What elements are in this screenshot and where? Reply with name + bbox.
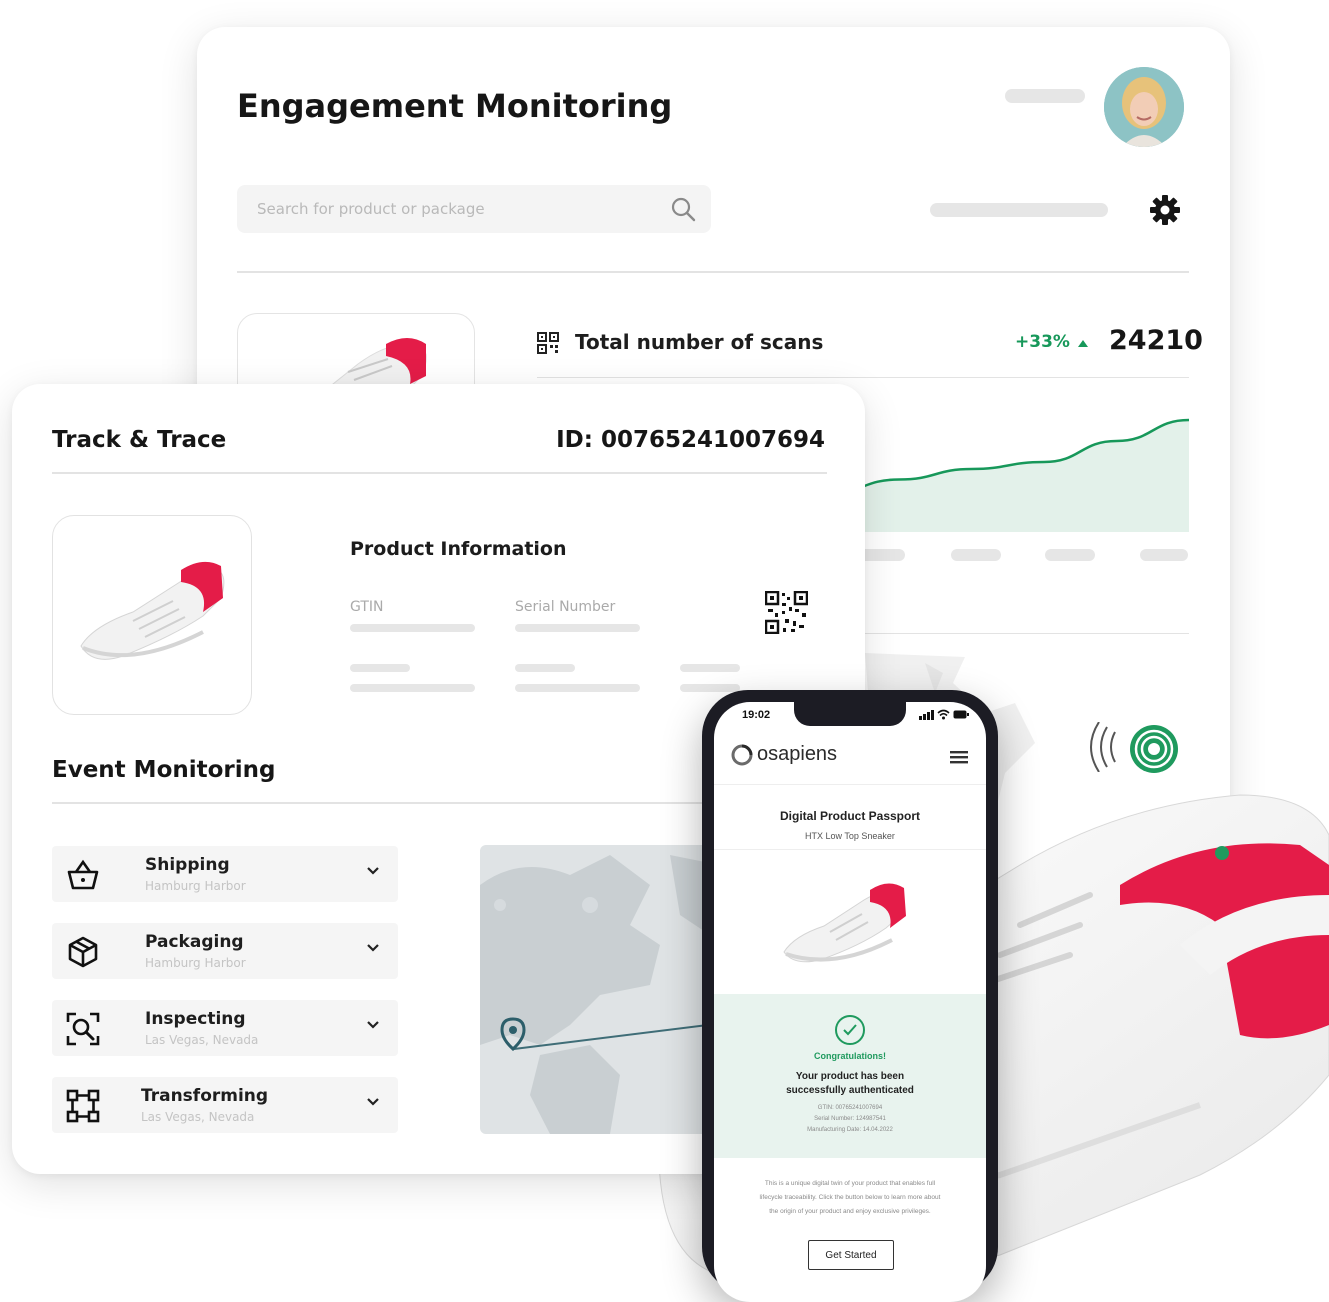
brand-name: osapiens	[757, 743, 838, 765]
nfc-signal-icon	[1090, 722, 1116, 772]
phone-notch	[794, 702, 906, 726]
signal-icon	[919, 710, 934, 720]
passport-title: Digital Product Passport	[779, 809, 921, 823]
transform-icon	[66, 1089, 100, 1123]
info-label-placeholder	[350, 664, 410, 672]
event-location: Hamburg Harbor	[145, 956, 246, 970]
event-row-transforming[interactable]: Transforming Las Vegas, Nevada	[52, 1077, 398, 1133]
chart-divider	[537, 377, 1189, 378]
phone-frame: 19:02 osapiens Digital Product Passport …	[702, 690, 998, 1302]
trend-up-icon	[1078, 340, 1088, 347]
chart-bottom-divider	[865, 633, 1189, 634]
chevron-down-icon[interactable]	[366, 864, 380, 878]
product-image	[783, 883, 906, 963]
product-info-title: Product Information	[350, 538, 567, 560]
description-line: the origin of your product and enjoy exc…	[769, 1208, 931, 1215]
qr-code	[765, 591, 808, 634]
authentication-panel: Congratulations! Your product has been s…	[714, 994, 986, 1158]
product-id: ID: 00765241007694	[556, 427, 825, 453]
scans-total: 24210	[1109, 325, 1203, 356]
basket-icon	[67, 859, 99, 890]
event-title: Packaging	[145, 932, 244, 952]
event-title: Inspecting	[145, 1009, 246, 1029]
info-value-placeholder	[515, 684, 640, 692]
event-row-inspecting[interactable]: Inspecting Las Vegas, Nevada	[52, 1000, 398, 1056]
event-location: Hamburg Harbor	[145, 879, 246, 893]
battery-icon	[953, 710, 969, 719]
route-map[interactable]	[480, 845, 740, 1134]
gtin-label: GTIN	[350, 599, 384, 615]
divider	[52, 472, 827, 474]
search-placeholder: Search for product or package	[257, 200, 485, 218]
info-label-placeholder	[515, 664, 575, 672]
description-line: This is a unique digital twin of your pr…	[764, 1180, 936, 1187]
qr-code-icon	[537, 332, 559, 354]
detail-line: Serial Number: 124987541	[814, 1116, 886, 1122]
track-trace-title: Track & Trace	[52, 427, 227, 453]
gtin-value-placeholder	[350, 624, 475, 632]
scans-change: +33%	[1015, 332, 1070, 352]
x-tick-label	[951, 549, 1001, 561]
info-label-placeholder	[680, 664, 740, 672]
check-circle-icon	[835, 1015, 865, 1045]
x-tick-label	[859, 549, 905, 561]
location-pin-icon[interactable]	[500, 1017, 526, 1051]
menu-icon[interactable]	[950, 750, 968, 764]
event-monitoring-title: Event Monitoring	[52, 757, 276, 783]
event-location: Las Vegas, Nevada	[145, 1033, 259, 1047]
avatar[interactable]	[1104, 67, 1184, 147]
scans-label: Total number of scans	[575, 330, 824, 354]
event-title: Shipping	[145, 855, 230, 875]
package-icon	[68, 936, 98, 968]
divider	[237, 271, 1189, 273]
status-time: 19:02	[742, 709, 771, 721]
get-started-label: Get Started	[825, 1249, 877, 1261]
detail-line: GTIN: 00765241007694	[817, 1105, 883, 1111]
event-location: Las Vegas, Nevada	[141, 1110, 255, 1124]
search-icon[interactable]	[669, 195, 697, 223]
serial-value-placeholder	[515, 624, 640, 632]
user-name-placeholder	[1005, 89, 1085, 103]
phone-screen: 19:02 osapiens Digital Product Passport …	[714, 702, 986, 1302]
info-value-placeholder	[350, 684, 475, 692]
event-row-packaging[interactable]: Packaging Hamburg Harbor	[52, 923, 398, 979]
chevron-down-icon[interactable]	[366, 941, 380, 955]
info-value-placeholder	[680, 684, 740, 692]
event-title: Transforming	[141, 1086, 269, 1106]
auth-line-2: successfully authenticated	[786, 1085, 914, 1096]
page-title: Engagement Monitoring	[237, 87, 673, 125]
product-name: HTX Low Top Sneaker	[805, 831, 895, 841]
search-input[interactable]: Search for product or package	[237, 185, 711, 233]
gear-icon[interactable]	[1147, 192, 1183, 228]
x-tick-label	[1140, 549, 1188, 561]
filter-placeholder[interactable]	[930, 203, 1108, 217]
x-tick-label	[1045, 549, 1095, 561]
description-line: lifecycle traceability. Click the button…	[759, 1194, 941, 1201]
get-started-button[interactable]: Get Started	[808, 1240, 894, 1270]
osapiens-logo-icon	[731, 744, 753, 766]
congrats-text: Congratulations!	[814, 1051, 886, 1061]
detail-line: Manufacturing Date: 14.04.2022	[807, 1127, 893, 1133]
chevron-down-icon[interactable]	[366, 1018, 380, 1032]
event-row-shipping[interactable]: Shipping Hamburg Harbor	[52, 846, 398, 902]
nfc-tag-icon	[1130, 725, 1178, 773]
product-image	[52, 515, 252, 715]
auth-line-1: Your product has been	[795, 1071, 905, 1082]
scan-search-icon	[66, 1012, 100, 1046]
divider	[714, 849, 986, 850]
chevron-down-icon[interactable]	[366, 1095, 380, 1109]
divider	[714, 784, 986, 785]
wifi-icon	[937, 709, 950, 720]
serial-label: Serial Number	[515, 599, 616, 615]
